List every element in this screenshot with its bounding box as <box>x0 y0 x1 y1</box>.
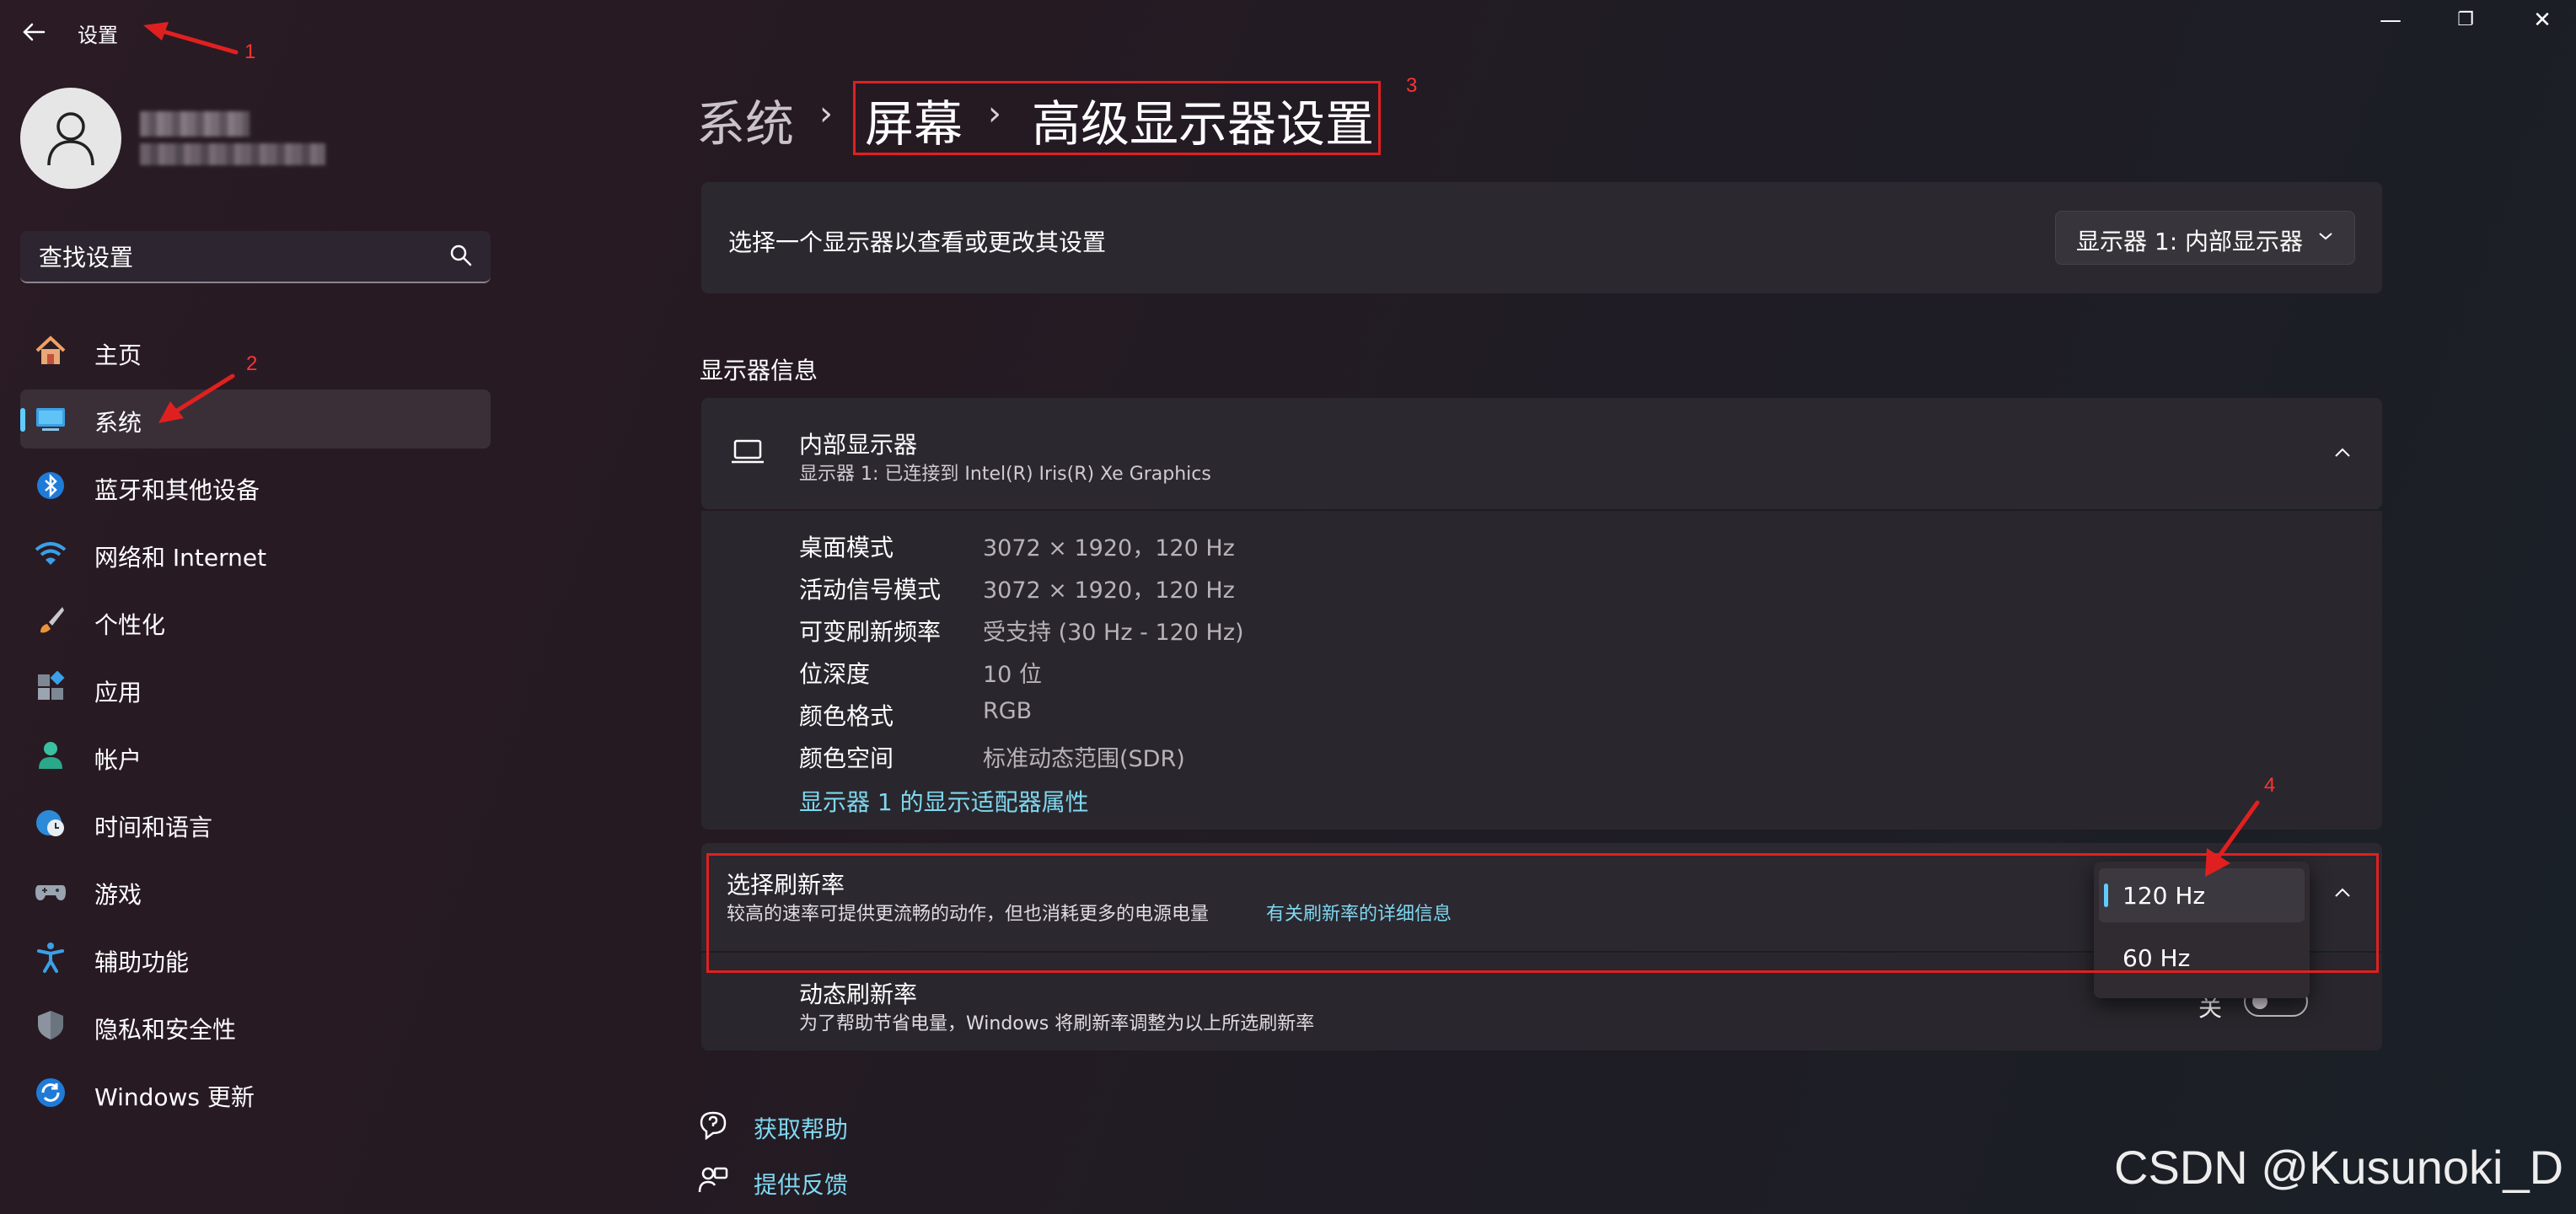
annotation-arrow-1 <box>143 22 239 55</box>
annotation-number-2: 2 <box>246 352 258 375</box>
active-indicator <box>20 408 25 432</box>
sidebar-item-system[interactable]: 系统 <box>20 389 491 449</box>
accessibility-icon <box>37 943 64 973</box>
display-subtitle: 显示器 1: 已连接到 Intel(R) Iris(R) Xe Graphics <box>799 464 1211 485</box>
display-info-header[interactable]: 内部显示器 显示器 1: 已连接到 Intel(R) Iris(R) Xe Gr… <box>701 398 2382 509</box>
display-dropdown[interactable]: 显示器 1: 内部显示器 <box>2055 211 2355 265</box>
info-value: 10 位 <box>983 662 1042 688</box>
chevron-up-icon[interactable] <box>2333 447 2352 459</box>
annotation-number-3: 3 <box>1406 74 1418 97</box>
breadcrumb-system[interactable]: 系统 <box>696 84 794 155</box>
sidebar-item-gaming[interactable]: 游戏 <box>20 862 491 921</box>
display-info-body: 桌面模式 3072 × 1920，120 Hz 活动信号模式 3072 × 19… <box>701 511 2382 830</box>
sidebar-item-privacy[interactable]: 隐私和安全性 <box>20 996 491 1056</box>
back-arrow-icon[interactable] <box>19 17 49 47</box>
feedback-icon <box>698 1167 728 1193</box>
brush-icon <box>40 607 64 633</box>
sidebar-item-label: 网络和 Internet <box>94 544 267 572</box>
globe-clock-icon <box>36 810 64 836</box>
sidebar-item-windows-update[interactable]: Windows 更新 <box>20 1064 491 1123</box>
sidebar-item-bluetooth[interactable]: 蓝牙和其他设备 <box>20 457 491 516</box>
wifi-icon <box>35 542 67 565</box>
dynamic-refresh-title: 动态刷新率 <box>799 980 918 1008</box>
sidebar-item-time-language[interactable]: 时间和语言 <box>20 794 491 853</box>
search-box[interactable] <box>20 231 491 283</box>
info-value: RGB <box>983 698 1033 724</box>
sidebar-item-accounts[interactable]: 帐户 <box>20 727 491 786</box>
system-monitor-icon <box>36 408 65 431</box>
chevron-down-icon <box>2319 233 2332 240</box>
sidebar-item-label: 个性化 <box>94 611 166 639</box>
avatar[interactable] <box>20 88 121 189</box>
close-button[interactable]: ✕ <box>2515 5 2569 35</box>
sidebar-item-label: Windows 更新 <box>94 1083 255 1111</box>
user-email-redacted <box>140 143 325 165</box>
sidebar-item-personalization[interactable]: 个性化 <box>20 592 491 651</box>
user-name-redacted <box>140 111 250 137</box>
annotation-box-3 <box>853 81 1381 155</box>
sidebar-item-label: 时间和语言 <box>94 814 213 841</box>
laptop-icon <box>732 439 764 464</box>
info-value: 标准动态范围(SDR) <box>983 746 1185 772</box>
annotation-box-4 <box>706 853 2379 973</box>
sidebar-item-label: 隐私和安全性 <box>94 1016 237 1044</box>
annotation-number-1: 1 <box>244 40 256 63</box>
sidebar-item-label: 辅助功能 <box>94 948 190 976</box>
person-icon <box>47 112 94 166</box>
sidebar-item-network[interactable]: 网络和 Internet <box>20 524 491 583</box>
info-key: 颜色格式 <box>799 702 894 730</box>
adapter-properties-link[interactable]: 显示器 1 的显示适配器属性 <box>799 784 1089 818</box>
watermark: CSDN @Kusunoki_D <box>2114 1141 2564 1194</box>
annotation-number-4: 4 <box>2264 774 2276 797</box>
app-title: 设置 <box>78 24 118 47</box>
shield-icon <box>38 1011 63 1039</box>
apps-icon <box>38 671 65 700</box>
give-feedback-link[interactable]: 提供反馈 <box>754 1167 848 1201</box>
info-key: 位深度 <box>799 660 871 688</box>
gamepad-icon <box>35 885 66 900</box>
display-name: 内部显示器 <box>799 431 918 459</box>
info-key: 可变刷新频率 <box>799 618 942 646</box>
sidebar-item-accessibility[interactable]: 辅助功能 <box>20 929 491 988</box>
sidebar-item-label: 主页 <box>94 341 142 369</box>
sidebar-item-label: 游戏 <box>94 881 142 909</box>
account-icon <box>39 742 62 769</box>
bluetooth-icon <box>37 472 64 499</box>
home-icon <box>35 336 66 364</box>
info-key: 桌面模式 <box>799 534 894 561</box>
dynamic-refresh-description: 为了帮助节省电量，Windows 将刷新率调整为以上所选刷新率 <box>799 1013 1315 1034</box>
display-dropdown-value: 显示器 1: 内部显示器 <box>2076 228 2304 255</box>
help-icon <box>700 1111 727 1140</box>
sidebar-item-label: 蓝牙和其他设备 <box>94 476 260 504</box>
minimize-button[interactable]: — <box>2364 5 2418 35</box>
sidebar-item-label: 系统 <box>94 409 142 437</box>
update-icon <box>36 1078 65 1107</box>
info-value: 3072 × 1920，120 Hz <box>983 577 1235 604</box>
get-help-link[interactable]: 获取帮助 <box>754 1111 848 1145</box>
search-input[interactable] <box>37 239 445 275</box>
annotation-arrow-2 <box>158 373 235 423</box>
section-title-display-info: 显示器信息 <box>700 357 818 384</box>
breadcrumb-separator: › <box>819 94 833 133</box>
sidebar-item-label: 帐户 <box>94 746 142 774</box>
info-value: 3072 × 1920，120 Hz <box>983 535 1235 561</box>
search-icon[interactable] <box>448 243 474 268</box>
sidebar-item-apps[interactable]: 应用 <box>20 659 491 718</box>
info-key: 颜色空间 <box>799 744 894 772</box>
restore-button[interactable]: ❐ <box>2439 5 2493 35</box>
info-key: 活动信号模式 <box>799 576 942 604</box>
sidebar-item-label: 应用 <box>94 679 142 706</box>
info-value: 受支持 (30 Hz - 120 Hz) <box>983 620 1244 646</box>
display-select-label: 选择一个显示器以查看或更改其设置 <box>728 228 1107 256</box>
annotation-arrow-4 <box>2205 800 2260 877</box>
